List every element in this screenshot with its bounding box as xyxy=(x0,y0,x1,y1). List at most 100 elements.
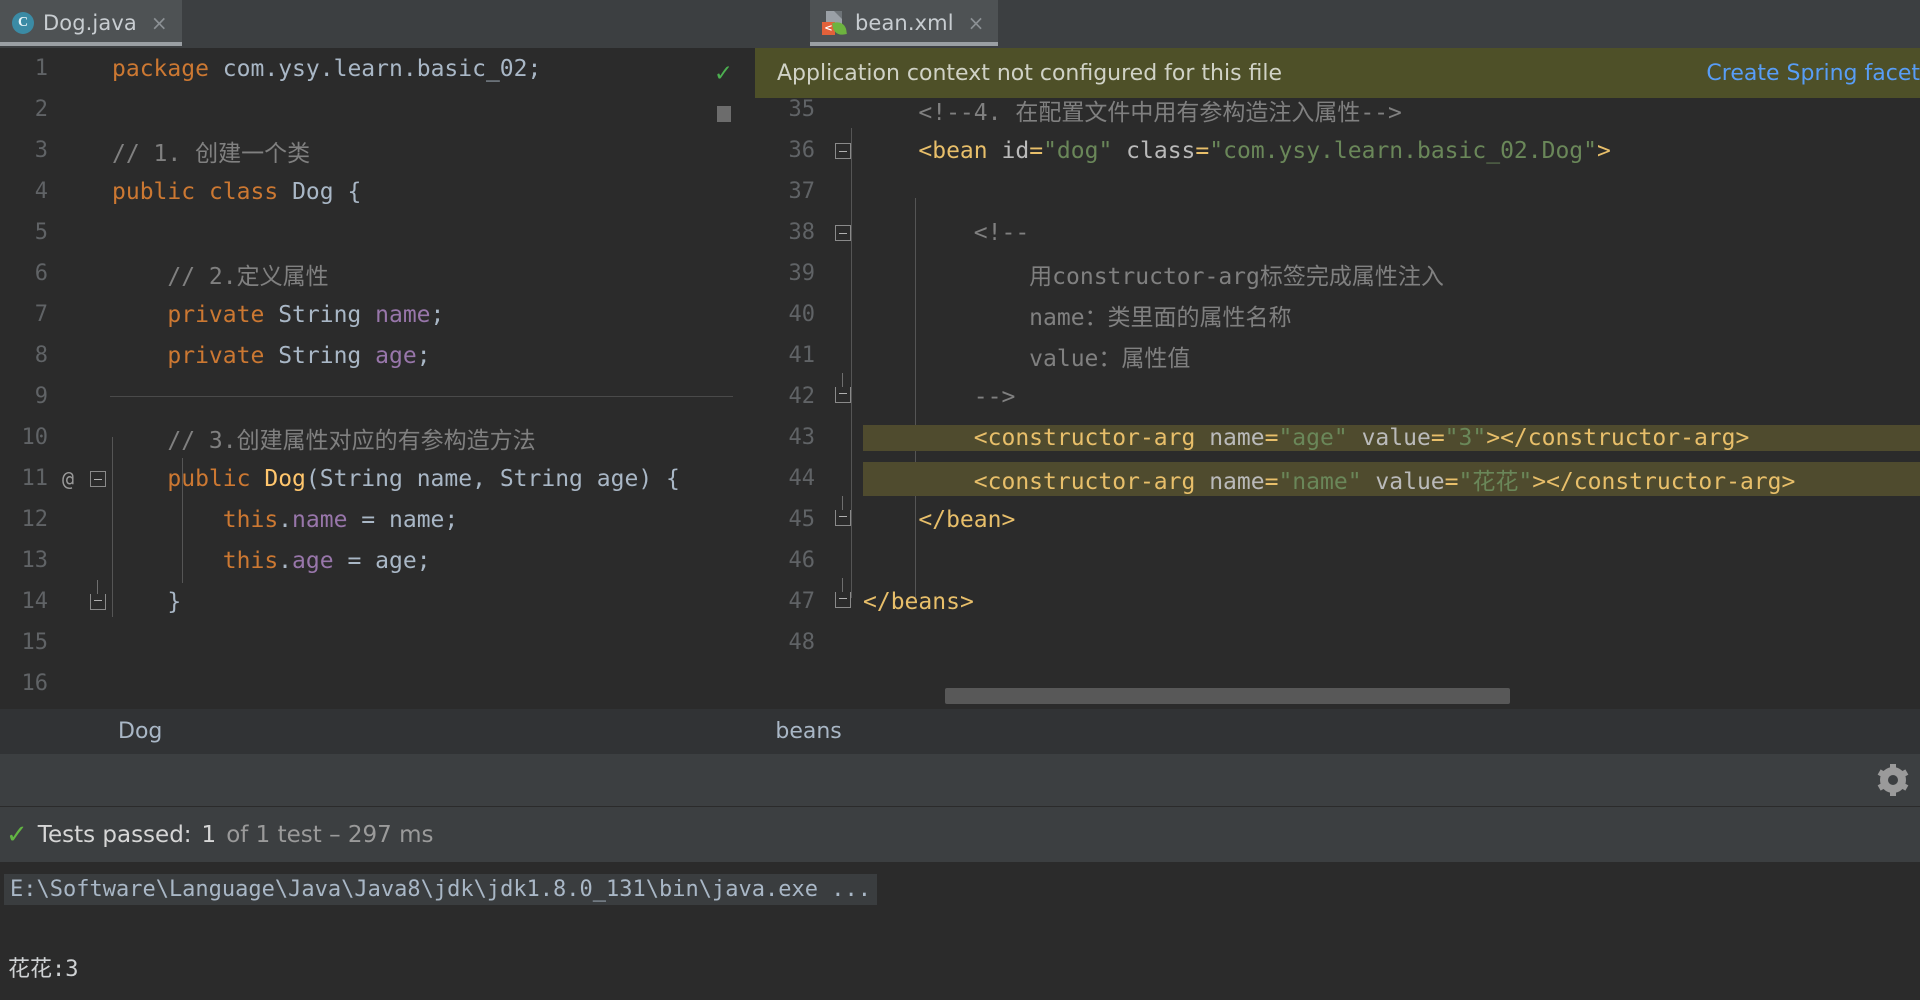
code-text: // 3.创建属性对应的有参构造方法 xyxy=(112,427,536,454)
code-line: 14 } xyxy=(0,579,755,622)
code-line: 16 xyxy=(0,663,755,704)
code-text: <bean id="dog" class="com.ysy.learn.basi… xyxy=(918,137,1611,164)
gutter-annotation-icon[interactable]: @ xyxy=(62,467,74,491)
line-number: 6 xyxy=(34,261,48,286)
fold-collapse-icon[interactable] xyxy=(90,470,106,487)
fold-end-icon[interactable] xyxy=(90,579,106,610)
code-text: <!-- xyxy=(863,219,1030,246)
line-number: 41 xyxy=(788,343,816,368)
code-line: 9 xyxy=(0,376,755,417)
code-text: // 2.定义属性 xyxy=(112,263,329,290)
java-code-area[interactable]: ✓ 1 package com.ysy.learn.basic_02; 2 3// 1… xyxy=(0,48,755,708)
line-number: 8 xyxy=(34,343,48,368)
console-output[interactable]: E:\Software\Language\Java\Java8\jdk\jdk1… xyxy=(0,862,1920,1000)
gutter-marker: @ xyxy=(56,467,112,491)
fold-end-icon[interactable] xyxy=(835,577,851,608)
close-icon[interactable]: × xyxy=(968,13,985,33)
fold-end-icon[interactable] xyxy=(835,495,851,526)
code-text: 用constructor-arg标签完成属性注入 xyxy=(863,263,1444,290)
code-line: 45 </bean> xyxy=(755,495,1920,540)
code-text: public class Dog { xyxy=(112,178,362,205)
line-number: 1 xyxy=(34,56,48,81)
gutter-marker xyxy=(823,577,863,613)
tab-bean-xml[interactable]: < bean.xml × xyxy=(810,0,999,46)
code-text: this.name = name; xyxy=(222,506,459,533)
code-line: 36 <bean id="dog" class="com.ysy.learn.b… xyxy=(755,130,1920,171)
code-line: 43 <constructor-arg name="age" value="3"… xyxy=(755,417,1920,458)
fold-collapse-icon[interactable] xyxy=(835,143,851,159)
ide-window: C Dog.java × < bean.xml × ✓ 1 package com… xyxy=(0,0,1920,1000)
code-line: 41 value：属性值 xyxy=(755,335,1920,376)
code-line: 37 xyxy=(755,171,1920,212)
line-number: 2 xyxy=(34,97,48,122)
gear-icon[interactable] xyxy=(1877,764,1909,796)
code-line: 6 // 2.定义属性 xyxy=(0,253,755,294)
tests-passed-label: Tests passed: xyxy=(37,821,192,848)
gutter-marker xyxy=(823,140,863,162)
xml-code-area[interactable]: 3435 <!--4. 在配置文件中用有参构造注入属性-->36 <bean i… xyxy=(755,48,1920,708)
code-line: 11 @ public Dog(String name, String age) … xyxy=(0,458,755,499)
line-number: 14 xyxy=(21,589,49,614)
horizontal-scrollbar[interactable] xyxy=(945,688,1510,704)
java-editor-pane[interactable]: ✓ 1 package com.ysy.learn.basic_02; 2 3// 1… xyxy=(0,48,755,708)
console-program-output: 花花:3 xyxy=(8,957,79,982)
line-number: 48 xyxy=(788,630,816,655)
code-text: name：类里面的属性名称 xyxy=(863,304,1292,331)
code-text: value：属性值 xyxy=(863,345,1191,372)
line-number: 46 xyxy=(788,548,816,573)
code-line: 15 xyxy=(0,622,755,663)
right-editor-tabbar: < bean.xml × xyxy=(755,0,1920,48)
code-line: 4 public class Dog { xyxy=(0,171,755,212)
java-class-icon: C xyxy=(12,12,34,34)
code-text: private String name; xyxy=(167,301,445,328)
code-line: 13 this.age = age; xyxy=(0,540,755,581)
gutter-marker xyxy=(56,579,112,610)
close-icon[interactable]: × xyxy=(151,13,168,33)
breadcrumb-bar: Dog beans xyxy=(0,708,1920,754)
left-editor-tabbar: C Dog.java × xyxy=(0,0,755,48)
code-line: 46 xyxy=(755,540,1920,581)
notification-message: Application context not configured for t… xyxy=(777,60,1283,86)
code-line: 1 package com.ysy.learn.basic_02; xyxy=(0,48,755,89)
code-line: 2 xyxy=(0,89,755,130)
breadcrumb-right[interactable]: beans xyxy=(775,719,841,744)
code-line: 44 <constructor-arg name="name" value="花… xyxy=(755,458,1920,499)
code-line: 38 <!-- xyxy=(755,212,1920,253)
code-line: 8 private String age; xyxy=(0,335,755,376)
line-number: 9 xyxy=(34,384,48,409)
code-line: 12 this.name = name; xyxy=(0,499,755,540)
line-number: 38 xyxy=(788,220,816,245)
code-line: 7 private String name; xyxy=(0,294,755,335)
fold-end-icon[interactable] xyxy=(835,372,851,403)
tab-label: Dog.java xyxy=(43,11,137,35)
line-number: 10 xyxy=(21,425,49,450)
fold-collapse-icon[interactable] xyxy=(835,225,851,241)
code-text: </beans> xyxy=(863,588,974,615)
breadcrumb-left[interactable]: Dog xyxy=(118,719,162,744)
code-text: --> xyxy=(863,383,1016,410)
line-number: 12 xyxy=(21,507,49,532)
line-number: 40 xyxy=(788,302,816,327)
code-line: 40 name：类里面的属性名称 xyxy=(755,294,1920,335)
code-text: </bean> xyxy=(918,506,1016,533)
test-result-bar: ✓ Tests passed: 1 of 1 test – 297 ms xyxy=(0,806,1920,862)
code-text: <constructor-arg name="name" value="花花">… xyxy=(863,461,1920,496)
code-text: <constructor-arg name="age" value="3"></… xyxy=(863,424,1920,451)
green-check-icon: ✓ xyxy=(6,819,28,850)
code-text: this.age = age; xyxy=(222,547,431,574)
xml-editor-pane[interactable]: 3435 <!--4. 在配置文件中用有参构造注入属性-->36 <bean i… xyxy=(755,48,1920,708)
line-number: 39 xyxy=(788,261,816,286)
create-spring-facet-link[interactable]: Create Spring facet xyxy=(1706,61,1920,86)
line-number: 5 xyxy=(34,220,48,245)
tab-label: bean.xml xyxy=(855,11,954,35)
code-text: // 1. 创建一个类 xyxy=(112,140,311,167)
xml-lines: 3435 <!--4. 在配置文件中用有参构造注入属性-->36 <bean i… xyxy=(755,48,1920,663)
spring-context-notification: Application context not configured for t… xyxy=(755,48,1920,98)
console-command-line: E:\Software\Language\Java\Java8\jdk\jdk1… xyxy=(4,874,877,905)
tab-dog-java[interactable]: C Dog.java × xyxy=(0,0,182,46)
line-number: 42 xyxy=(788,384,816,409)
code-line: 3 // 1. 创建一个类 xyxy=(0,130,755,171)
code-line: 39 用constructor-arg标签完成属性注入 xyxy=(755,253,1920,294)
code-text: public Dog(String name, String age) { xyxy=(167,465,680,492)
tests-detail: of 1 test – 297 ms xyxy=(226,821,434,848)
